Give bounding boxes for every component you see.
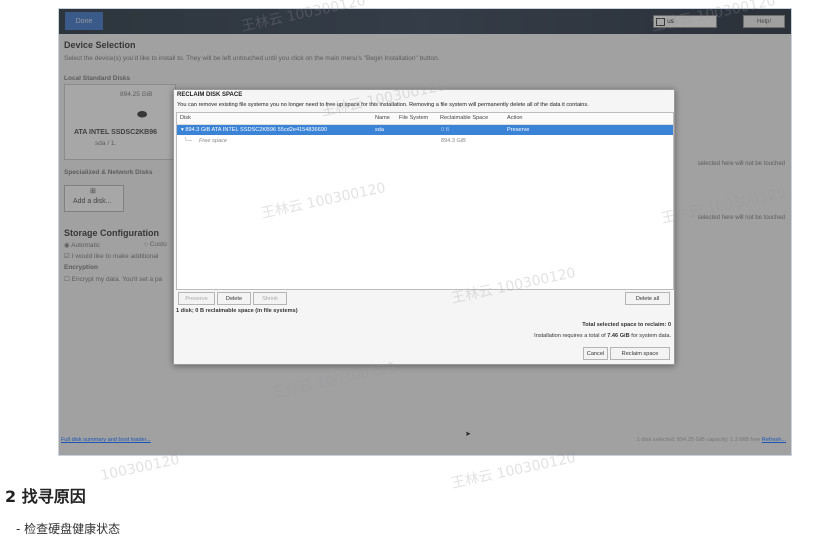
article-line: - 检查硬盘健康状态 [16, 522, 121, 536]
row-action: Preserve [507, 126, 530, 133]
table-row[interactable]: └─ Free space 894.3 GiB [177, 136, 673, 146]
requires-total: Installation requires a total of 7.46 Gi… [534, 333, 671, 339]
delete-all-button[interactable]: Delete all [625, 292, 670, 305]
reclaim-space-button[interactable]: Reclaim space [610, 347, 670, 360]
row-reclaimable: 894.3 GiB [441, 137, 466, 144]
col-action[interactable]: Action [507, 115, 523, 121]
dialog-title: RECLAIM DISK SPACE [177, 92, 243, 98]
preserve-button[interactable]: Preserve [178, 292, 215, 305]
section-heading: 2 找寻原因 [5, 487, 86, 506]
col-reclaimable[interactable]: Reclaimable Space [440, 115, 488, 121]
installer-screenshot: Done us Help! Device Selection Select th… [58, 8, 792, 456]
row-disk: ▾ 894.3 GiB ATA INTEL SSDSC2KB96 55cd2e4… [181, 126, 328, 133]
tree-branch-icon: └─ [184, 137, 192, 144]
col-file-system[interactable]: File System [399, 115, 428, 121]
footer-status-text: 1 disk selected; 894.25 GiB capacity; 1.… [636, 437, 761, 443]
dialog-description: You can remove existing file systems you… [177, 102, 589, 108]
row-reclaimable: 0 B [441, 126, 450, 133]
requires-prefix: Installation requires a total of [534, 333, 606, 339]
col-disk[interactable]: Disk [180, 115, 191, 121]
shrink-button[interactable]: Shrink [253, 292, 287, 305]
row-disk: Free space [199, 137, 227, 144]
table-header: Disk Name File System Reclaimable Space … [177, 113, 673, 125]
delete-button[interactable]: Delete [217, 292, 251, 305]
requires-value: 7.46 GiB [607, 333, 630, 339]
full-disk-summary-link[interactable]: Full disk summary and boot loader... [61, 437, 151, 443]
col-name[interactable]: Name [375, 115, 390, 121]
reclaim-disk-space-dialog: RECLAIM DISK SPACE You can remove existi… [173, 89, 675, 365]
reclaim-summary-text: 1 disk; 0 B reclaimable space (in file s… [176, 308, 298, 314]
footer-status: 1 disk selected; 894.25 GiB capacity; 1.… [637, 437, 786, 443]
cancel-button[interactable]: Cancel [583, 347, 608, 360]
disk-table: Disk Name File System Reclaimable Space … [176, 112, 674, 290]
refresh-link[interactable]: Refresh... [762, 437, 786, 443]
table-row[interactable]: ▾ 894.3 GiB ATA INTEL SSDSC2KB96 55cd2e4… [177, 125, 673, 135]
mouse-cursor-icon: ➤ [465, 430, 471, 438]
requires-suffix: for system data. [631, 333, 671, 339]
total-selected: Total selected space to reclaim: 0 [582, 322, 671, 328]
watermark: 100300120 [99, 451, 181, 485]
reclaim-summary: 1 disk; 0 B reclaimable space (in file s… [176, 308, 298, 314]
row-name: sda [375, 126, 385, 133]
